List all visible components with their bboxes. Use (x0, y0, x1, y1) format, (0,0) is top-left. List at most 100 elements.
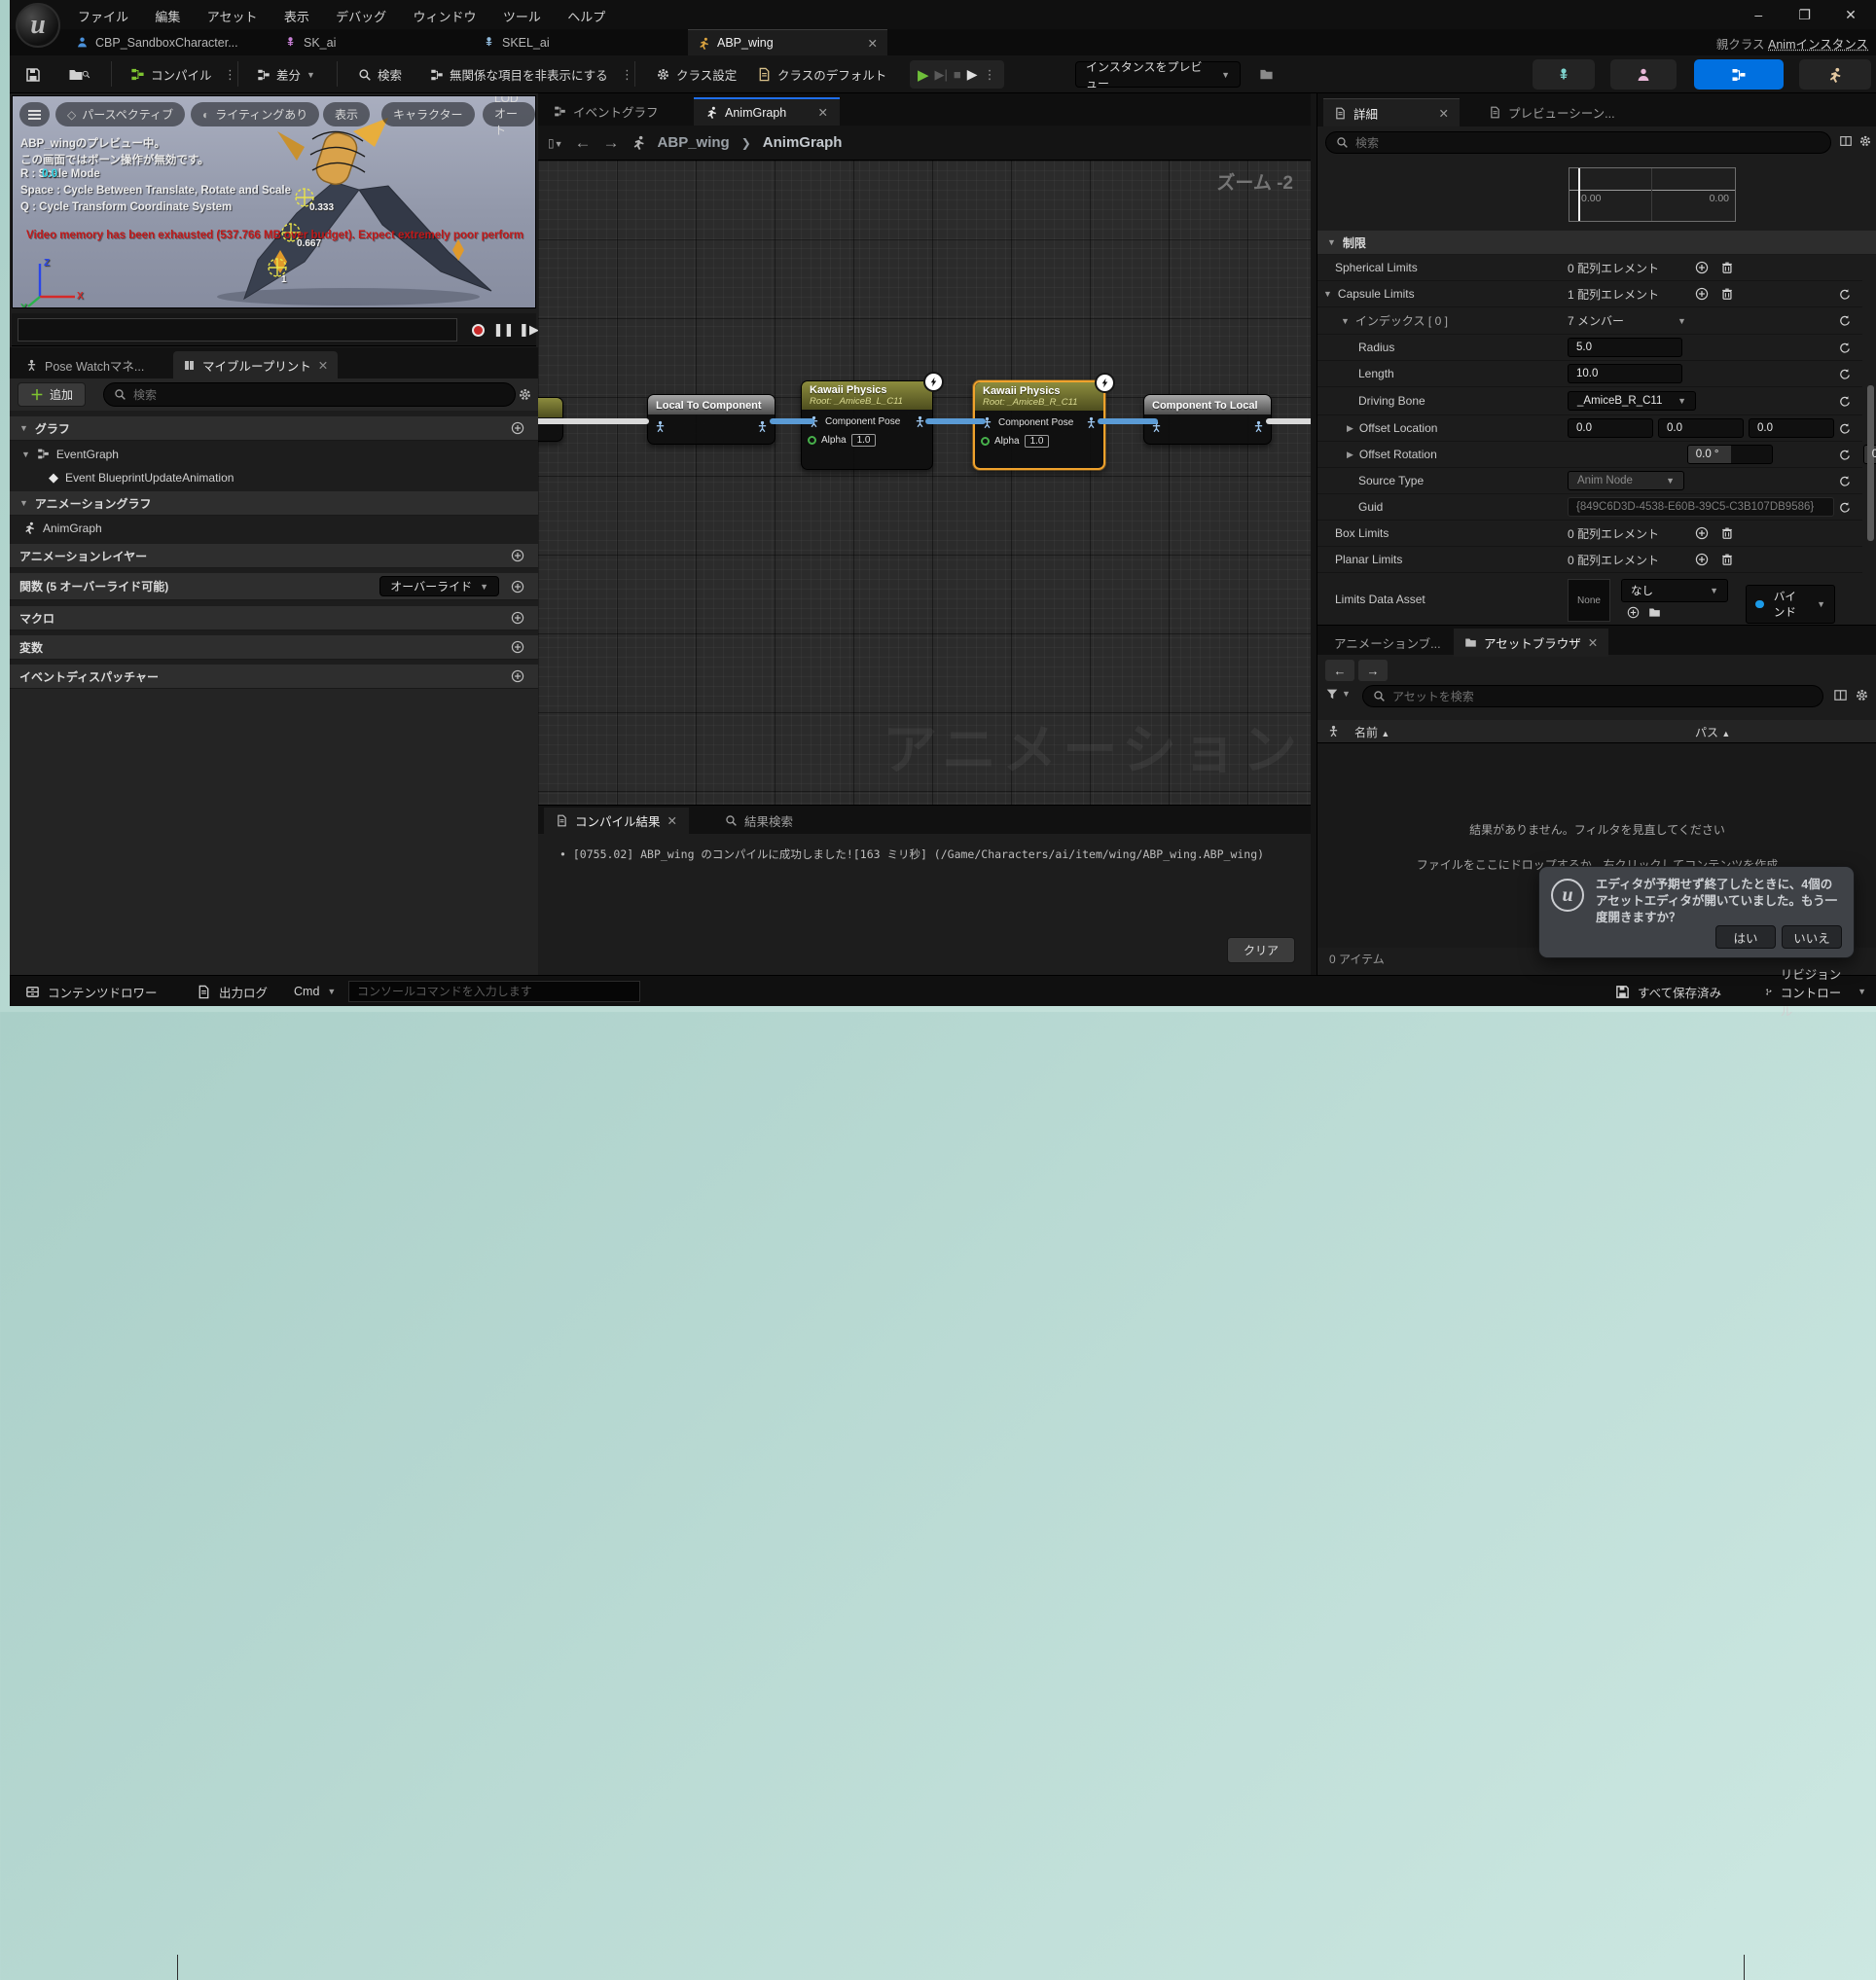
my-blueprint-search[interactable] (103, 382, 516, 407)
compile-options-kebab-icon[interactable]: ⋮ (216, 60, 244, 89)
trash-icon[interactable] (1720, 287, 1734, 301)
reset-icon[interactable] (1838, 288, 1851, 301)
details-search-input[interactable] (1355, 136, 1821, 150)
viewport-perspective-pill[interactable]: ◇パースペクティブ (55, 102, 185, 126)
maximize-button[interactable]: ❐ (1784, 2, 1826, 29)
alpha-value[interactable]: 1.0 (1025, 435, 1050, 448)
tab-sk-ai[interactable]: SK_ai (274, 29, 401, 55)
console-command-box[interactable] (348, 981, 640, 1002)
item-event-blueprintupdateanimation[interactable]: ◆ Event BlueprintUpdateAnimation (10, 466, 538, 488)
find-button[interactable]: 検索 (350, 60, 410, 89)
caret-down-icon[interactable]: ▼ (1323, 289, 1332, 299)
forward-icon[interactable]: → (603, 133, 620, 153)
save-button[interactable] (18, 60, 49, 89)
asset-type-column-icon[interactable] (1327, 725, 1340, 738)
dialog-no-button[interactable]: いいえ (1782, 925, 1842, 949)
clear-button[interactable]: クリア (1227, 937, 1295, 963)
play-options-kebab-icon[interactable]: ⋮ (984, 67, 996, 83)
pause-icon[interactable]: ❚❚ (492, 318, 515, 342)
console-command-input[interactable] (357, 985, 631, 998)
tab-abp-wing[interactable]: ABP_wing ✕ (688, 29, 887, 55)
asset-search-input[interactable] (1392, 690, 1813, 703)
tab-compiler-results[interactable]: コンパイル結果 ✕ (544, 808, 689, 834)
timeline-scrubber[interactable] (18, 318, 457, 342)
node-kawaii-physics-left[interactable]: Kawaii Physics Root: _AmiceB_L_C11 Compo… (801, 380, 933, 470)
compile-button[interactable]: コンパイル (123, 60, 220, 89)
my-blueprint-search-input[interactable] (133, 388, 505, 402)
forward-icon[interactable]: → (1358, 660, 1388, 681)
hide-unrelated-button[interactable]: 無関係な項目を非表示にする (422, 60, 616, 89)
offset-location-z[interactable]: 0.0 (1749, 418, 1834, 438)
add-element-icon[interactable] (1695, 287, 1709, 301)
viewport-show-pill[interactable]: 表示 (323, 102, 370, 126)
revision-control-button[interactable]: リビジョンコントロール ▼ (1755, 976, 1876, 1007)
section-functions[interactable]: 関数 (5 オーバーライド可能) オーバーライド ▼ (10, 573, 538, 600)
reset-icon[interactable] (1838, 501, 1851, 514)
breadcrumb-animgraph[interactable]: AnimGraph (763, 134, 843, 151)
node-kawaii-physics-right[interactable]: Kawaii Physics Root: _AmiceB_R_C11 Compo… (973, 380, 1105, 470)
details-scrollbar[interactable] (1867, 385, 1874, 541)
offset-rotation-y[interactable]: 0.0 ° (1872, 449, 1876, 460)
mode-skeleton-button[interactable] (1533, 59, 1595, 90)
column-path[interactable]: パス ▲ (1695, 724, 1730, 740)
reset-icon[interactable] (1838, 422, 1851, 435)
menu-view[interactable]: 表示 (272, 0, 321, 32)
section-event-dispatchers[interactable]: イベントディスパッチャー (10, 665, 538, 689)
section-animation-layers[interactable]: アニメーションレイヤー (10, 544, 538, 568)
trash-icon[interactable] (1720, 553, 1734, 566)
preview-instance-dropdown[interactable]: インスタンスをプレビュー ▼ (1075, 61, 1241, 88)
pose-pin-in-icon[interactable] (654, 420, 667, 433)
parent-class-value[interactable]: Animインスタンス (1768, 38, 1868, 52)
class-settings-button[interactable]: クラス設定 (648, 60, 744, 89)
tab-cbp-sandboxcharacter[interactable]: CBP_SandboxCharacter... (66, 29, 271, 55)
item-animgraph[interactable]: AnimGraph (10, 517, 538, 539)
node-component-to-local[interactable]: Component To Local (1143, 394, 1272, 445)
class-defaults-button[interactable]: クラスのデフォルト (749, 60, 894, 89)
browse-asset-button[interactable] (60, 60, 98, 89)
add-element-icon[interactable] (1695, 526, 1709, 540)
skip-icon[interactable]: ▶ (967, 66, 978, 83)
browse-icon[interactable] (1648, 606, 1661, 619)
reset-icon[interactable] (1838, 475, 1851, 487)
close-button[interactable]: ✕ (1829, 2, 1872, 29)
trash-icon[interactable] (1720, 526, 1734, 540)
tab-close-icon[interactable]: ✕ (1439, 106, 1449, 121)
menu-file[interactable]: ファイル (66, 0, 140, 32)
menu-help[interactable]: ヘルプ (556, 0, 617, 32)
radius-input[interactable]: 5.0 (1568, 338, 1682, 357)
all-saved-button[interactable]: すべて保存済み (1605, 976, 1731, 1007)
menu-tools[interactable]: ツール (491, 0, 553, 32)
reset-icon[interactable] (1838, 342, 1851, 354)
mode-mesh-button[interactable] (1610, 59, 1677, 90)
section-animation-graphs[interactable]: ▼ アニメーショングラフ (10, 491, 538, 516)
offset-rotation-x[interactable]: 0.0 ° (1696, 449, 1719, 460)
record-icon[interactable] (467, 318, 489, 342)
reset-icon[interactable] (1838, 449, 1851, 461)
pose-pin-out-icon[interactable] (1252, 420, 1265, 433)
caret-right-icon[interactable]: ▶ (1347, 423, 1353, 434)
pose-pin-out-icon[interactable] (756, 420, 769, 433)
tab-close-icon[interactable]: ✕ (1588, 635, 1598, 650)
add-element-icon[interactable] (1695, 553, 1709, 566)
tab-my-blueprint[interactable]: マイブループリント ✕ (173, 351, 338, 378)
alpha-pin-icon[interactable] (981, 437, 990, 446)
section-graphs[interactable]: ▼ グラフ (10, 416, 538, 441)
gear-icon[interactable] (1858, 134, 1872, 148)
chevron-down-icon[interactable]: ▼ (1678, 316, 1686, 326)
details-view-options-icon[interactable] (1839, 134, 1853, 148)
add-macro-icon[interactable] (511, 611, 524, 625)
viewport-character-pill[interactable]: キャラクター (381, 102, 475, 126)
tab-find-results[interactable]: 結果検索 (713, 808, 805, 834)
offset-location-x[interactable]: 0.0 (1568, 418, 1653, 438)
menu-window[interactable]: ウィンドウ (402, 0, 488, 32)
column-name[interactable]: 名前 ▲ (1354, 724, 1389, 740)
preview-viewport[interactable]: 0.333 0.667 1 Z X Y ◇パースペクティブ ◐ライティングあり … (12, 95, 536, 308)
driving-bone-dropdown[interactable]: _AmiceB_R_C11 ▼ (1568, 391, 1696, 411)
play-icon[interactable]: ▶ (918, 66, 929, 84)
gear-icon[interactable] (1855, 688, 1869, 702)
caret-right-icon[interactable]: ▶ (1347, 450, 1353, 460)
add-button[interactable]: ＋ 追加 (18, 382, 86, 407)
asset-search[interactable] (1362, 685, 1823, 707)
trash-icon[interactable] (1720, 261, 1734, 274)
step-frame-icon[interactable]: ▶| (935, 67, 948, 83)
